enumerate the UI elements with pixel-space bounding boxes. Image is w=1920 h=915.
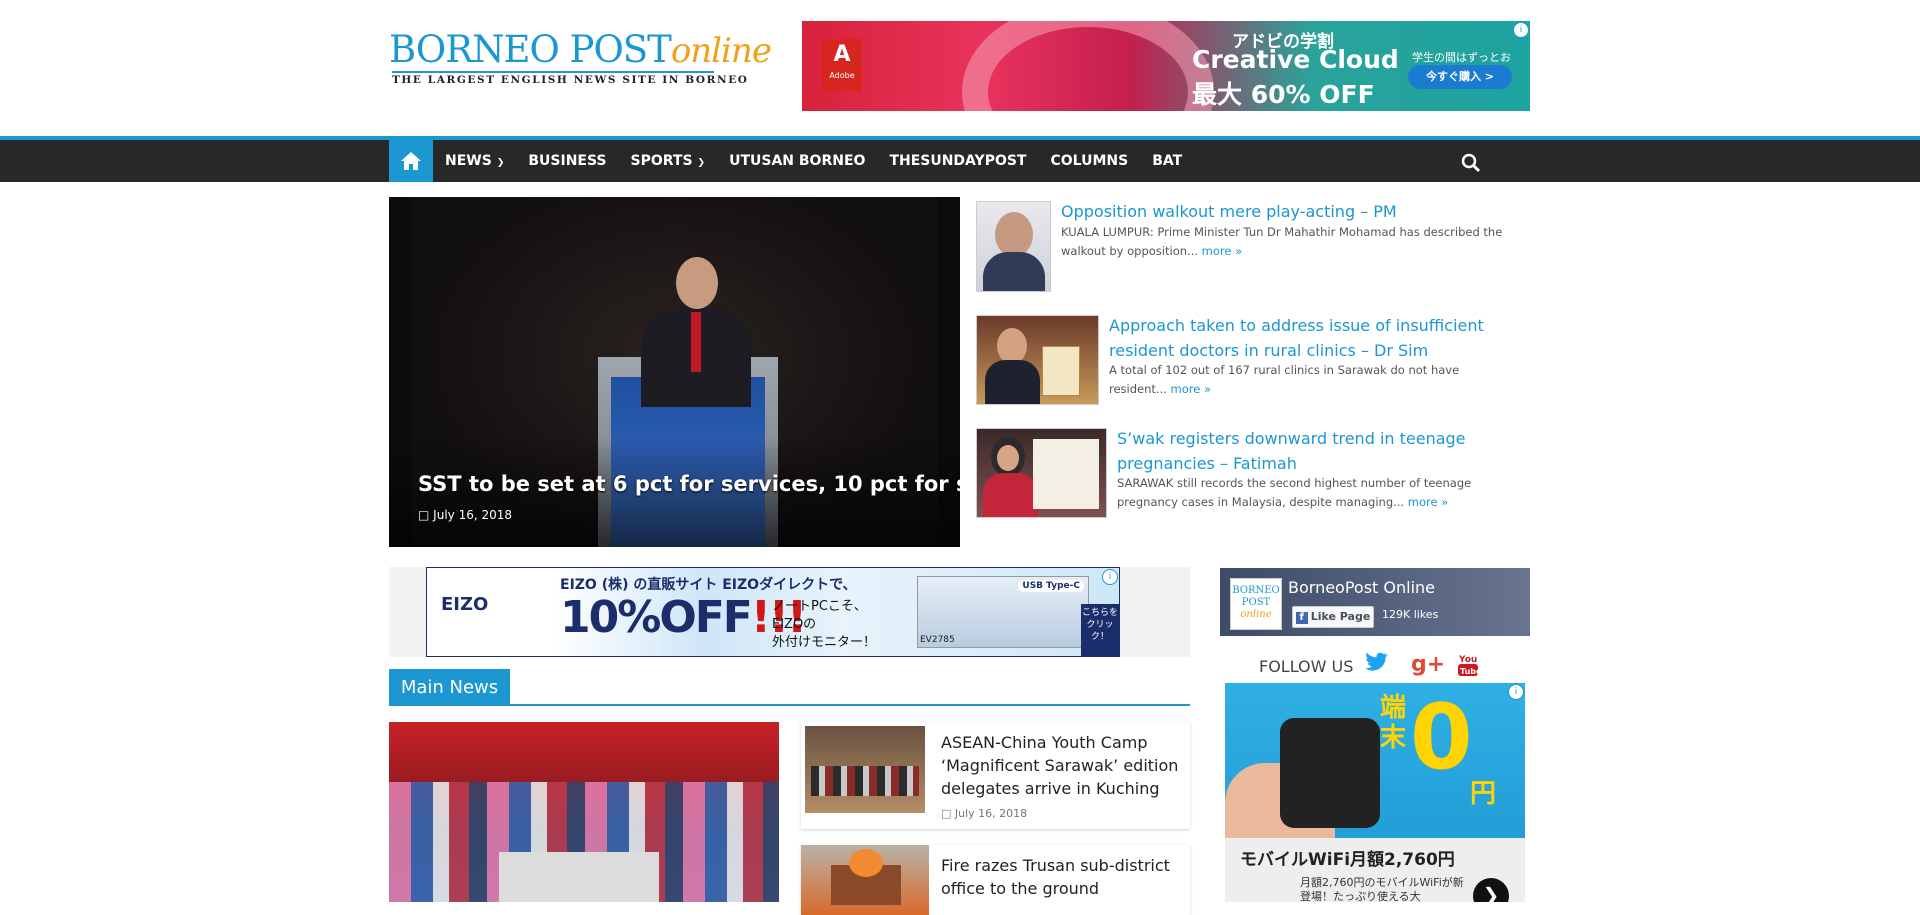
story-title[interactable]: S’wak registers downward trend in teenag…	[1117, 426, 1522, 476]
side-story[interactable]: S’wak registers downward trend in teenag…	[976, 428, 1530, 520]
story-title[interactable]: Approach taken to address issue of insuf…	[1109, 313, 1519, 363]
more-link[interactable]: more »	[1408, 495, 1448, 509]
story-excerpt: A total of 102 out of 167 rural clinics …	[1109, 363, 1460, 396]
fb-like-button[interactable]: f Like Page	[1292, 606, 1374, 628]
ad-body: 月額2,760円のモバイルWiFiが新登場！たっぷり使える大	[1300, 876, 1464, 902]
nav-item-columns[interactable]: COLUMNS	[1038, 140, 1140, 184]
main-news-feature-image[interactable]	[389, 722, 779, 902]
story-title[interactable]: Opposition walkout mere play-acting – PM	[1061, 199, 1521, 224]
story-thumbnail[interactable]	[976, 201, 1051, 292]
logo-tagline: THE LARGEST ENGLISH NEWS SITE IN BORNEO	[392, 71, 747, 86]
side-story[interactable]: Opposition walkout mere play-acting – PM…	[976, 201, 1530, 296]
mid-ad-slot: EIZO EIZO (株) の直販サイト EIZOダイレクトで、 10%OFF!…	[389, 567, 1190, 657]
more-link[interactable]: more »	[1202, 244, 1242, 258]
news-card[interactable]: Fire razes Trusan sub-district office to…	[801, 845, 1190, 915]
facebook-page-widget[interactable]: BORNEO POST online BorneoPost Online f Like…	[1220, 568, 1530, 636]
hero-date: □ July 16, 2018	[418, 508, 513, 522]
fb-like-count: 129K likes	[1382, 608, 1439, 621]
ad-buy-button[interactable]: 今すぐ購入 >	[1408, 65, 1512, 89]
card-date: □ July 16, 2018	[941, 807, 1028, 820]
ad-headline: モバイルWiFi月額2,760円	[1240, 850, 1455, 870]
ad-line3: 最大 60% OFF	[1192, 80, 1375, 109]
adchoices-icon[interactable]: i	[1102, 569, 1118, 585]
ad-tan: 端末	[1380, 693, 1407, 753]
chevron-down-icon: ❯	[697, 158, 706, 168]
nav-item-sports[interactable]: SPORTS ❯	[619, 140, 718, 184]
section-heading-main-news[interactable]: Main News	[389, 669, 510, 706]
ad-discount: 10%OFF!!!	[560, 592, 807, 643]
speaker-figure	[641, 257, 751, 407]
fb-page-name[interactable]: BorneoPost Online	[1288, 578, 1435, 597]
svg-text:Tube: Tube	[1460, 667, 1479, 676]
side-story[interactable]: Approach taken to address issue of insuf…	[976, 315, 1530, 405]
ad-cta-button[interactable]: こちらをクリック！	[1081, 604, 1119, 656]
youtube-icon[interactable]: You Tube	[1457, 652, 1482, 684]
story-thumbnail[interactable]	[976, 315, 1099, 405]
google-plus-icon[interactable]: g+	[1411, 652, 1445, 677]
follow-us-label: FOLLOW US	[1259, 657, 1354, 676]
facebook-icon: f	[1295, 612, 1308, 624]
ad-en: 円	[1470, 779, 1497, 809]
ad-heart-graphic	[962, 21, 1214, 111]
adobe-logo: A Adobe	[822, 39, 862, 91]
story-excerpt: SARAWAK still records the second highest…	[1117, 476, 1472, 509]
eizo-logo: EIZO	[441, 594, 489, 615]
twitter-icon[interactable]	[1365, 652, 1389, 678]
home-icon[interactable]	[389, 140, 433, 182]
logo-wordmark: BORNEO POSTonline	[389, 28, 772, 72]
card-thumbnail[interactable]	[805, 726, 925, 813]
svg-text:You: You	[1458, 655, 1477, 665]
ad-zero: 0	[1410, 685, 1473, 790]
sidebar-wifi-ad[interactable]: 端末 0 円 モバイルWiFi月額2,760円 月額2,760円のモバイルWiF…	[1225, 683, 1525, 902]
hero-title[interactable]: SST to be set at 6 pct for services, 10 …	[418, 472, 960, 496]
hero-story[interactable]: SST to be set at 6 pct for services, 10 …	[389, 197, 960, 547]
nav-item-thesundaypost[interactable]: THESUNDAYPOST	[877, 140, 1038, 184]
ad-copy: ノートPCこそ、 EIZOの 外付けモニター！	[772, 599, 877, 650]
calendar-icon: □	[418, 508, 430, 522]
adchoices-icon[interactable]: i	[1513, 22, 1529, 38]
more-link[interactable]: more »	[1171, 382, 1211, 396]
news-card[interactable]: ASEAN-China Youth Camp ‘Magnificent Sara…	[801, 722, 1190, 829]
story-thumbnail[interactable]	[976, 428, 1107, 518]
top-banner-ad[interactable]: A Adobe アドビの学割 Creative Cloud 最大 60% OFF …	[802, 21, 1530, 111]
calendar-icon: □	[941, 807, 952, 820]
ad-line1: EIZO (株) の直販サイト EIZOダイレクトで、	[560, 577, 857, 593]
search-icon[interactable]	[1456, 140, 1486, 182]
adchoices-icon[interactable]: i	[1508, 684, 1524, 700]
nav-item-news[interactable]: NEWS ❯	[433, 140, 516, 184]
fb-page-logo: BORNEO POST online	[1230, 578, 1282, 630]
nav-item-business[interactable]: BUSINESS	[516, 140, 618, 184]
eizo-banner-ad[interactable]: EIZO EIZO (株) の直販サイト EIZOダイレクトで、 10%OFF!…	[426, 567, 1120, 657]
story-excerpt: KUALA LUMPUR: Prime Minister Tun Dr Maha…	[1061, 225, 1503, 258]
card-title[interactable]: Fire razes Trusan sub-district office to…	[941, 854, 1171, 900]
main-nav: NEWS ❯ BUSINESS SPORTS ❯ UTUSAN BORNEO THE…	[0, 140, 1920, 182]
ad-line2: Creative Cloud	[1192, 45, 1399, 74]
card-thumbnail[interactable]	[801, 845, 929, 915]
nav-item-bat[interactable]: BAT	[1140, 140, 1194, 184]
wifi-device-graphic	[1280, 718, 1380, 828]
nav-item-utusan-borneo[interactable]: UTUSAN BORNEO	[717, 140, 877, 184]
site-logo[interactable]: BORNEO POSTonline THE LARGEST ENGLISH NE…	[389, 28, 772, 90]
card-title[interactable]: ASEAN-China Youth Camp ‘Magnificent Sara…	[941, 731, 1181, 800]
monitor-image: EV2785 USB Type-C	[917, 576, 1089, 648]
chevron-down-icon: ❯	[496, 158, 505, 168]
